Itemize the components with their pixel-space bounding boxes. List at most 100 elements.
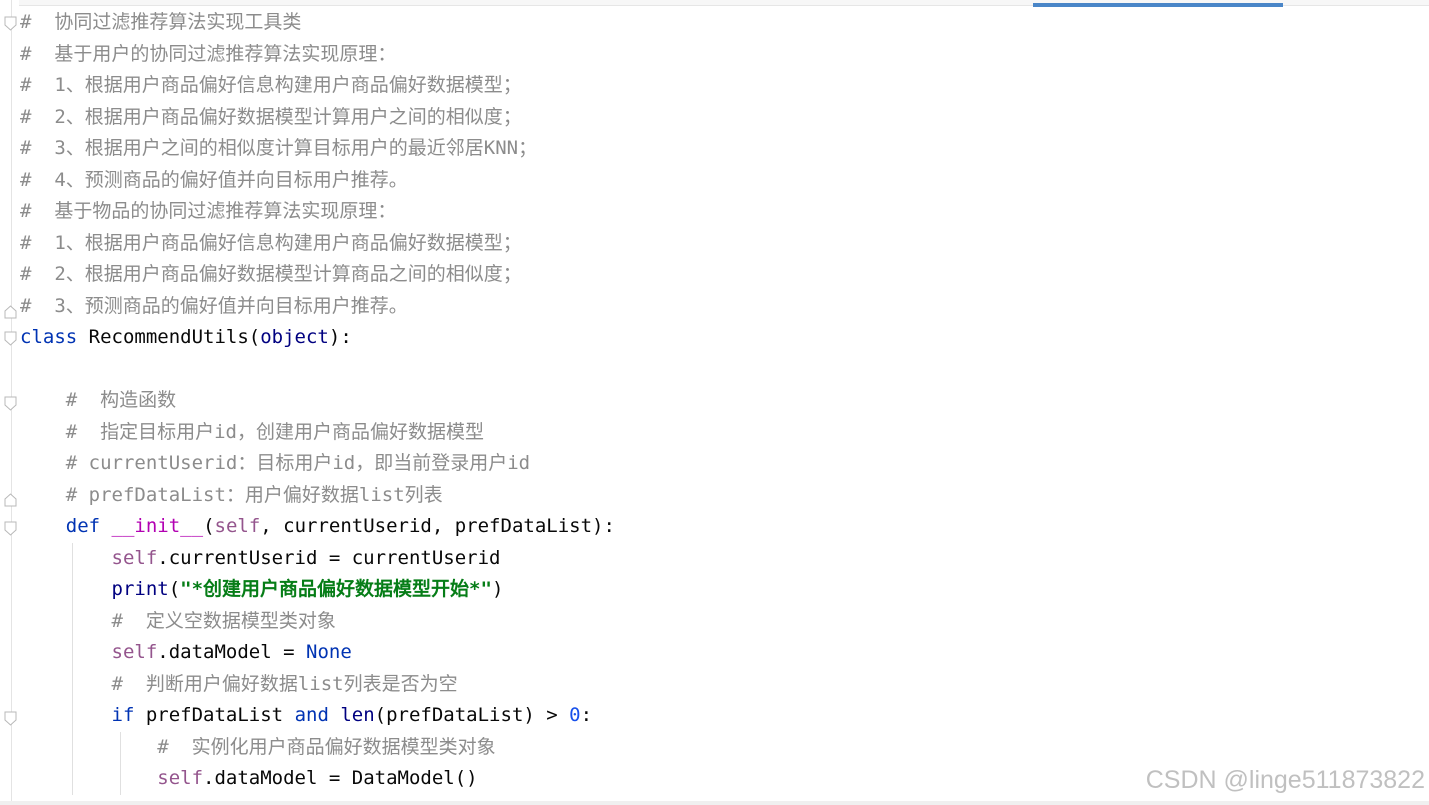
indent-guide	[72, 637, 73, 669]
code-token: self	[111, 546, 158, 569]
code-comment: # 协同过滤推荐算法实现工具类	[20, 11, 302, 33]
fold-end-icon[interactable]	[4, 305, 17, 319]
code-comment: # 指定目标用户id，创建用户商品偏好数据模型	[65, 420, 484, 443]
indent-guide	[72, 731, 73, 763]
code-line[interactable]: # 指定目标用户id，创建用户商品偏好数据模型	[20, 417, 1420, 449]
code-line[interactable]: # prefDataList：用户偏好数据list列表	[20, 480, 1420, 512]
fold-icon[interactable]	[4, 711, 17, 726]
code-line[interactable]: # 实例化用户商品偏好数据模型类对象	[20, 731, 1420, 763]
fold-icon[interactable]	[4, 16, 17, 31]
editor-bottom-edge	[0, 801, 1429, 805]
code-line[interactable]: if prefDataList and len(prefDataList) > …	[20, 700, 1420, 732]
code-token: self	[157, 767, 204, 789]
code-token: , currentUserid, prefDataList):	[260, 515, 615, 537]
code-line[interactable]	[20, 354, 1420, 386]
code-keyword: None	[306, 641, 352, 663]
code-comment: # 1、根据用户商品偏好信息构建用户商品偏好数据模型；	[20, 231, 522, 254]
fold-icon[interactable]	[4, 521, 17, 536]
watermark: CSDN @linge511873822	[1145, 766, 1425, 794]
code-token: 0	[569, 704, 581, 726]
code-token: (	[168, 578, 181, 600]
code-editor[interactable]: # 协同过滤推荐算法实现工具类 # 基于用户的协同过滤推荐算法实现原理： # 1、根…	[20, 7, 1420, 795]
code-comment: # 基于用户的协同过滤推荐算法实现原理：	[20, 42, 397, 65]
code-comment: # prefDataList：用户偏好数据list列表	[65, 483, 443, 506]
code-line[interactable]: # 1、根据用户商品偏好信息构建用户商品偏好数据模型；	[20, 228, 1420, 260]
code-line[interactable]: # 3、预测商品的偏好值并向目标用户推荐。	[20, 291, 1420, 323]
fold-end-icon[interactable]	[4, 493, 17, 507]
code-token: self	[111, 641, 158, 663]
code-line[interactable]: # 2、根据用户商品偏好数据模型计算用户之间的相似度；	[20, 102, 1420, 134]
code-line[interactable]: # 基于用户的协同过滤推荐算法实现原理：	[20, 39, 1420, 71]
code-line[interactable]: def __init__(self, currentUserid, prefDa…	[20, 511, 1420, 543]
code-keyword: def	[65, 515, 101, 537]
code-token: len	[340, 704, 375, 726]
code-token: )	[491, 578, 504, 600]
code-comment: # 判断用户偏好数据list列表是否为空	[111, 672, 458, 695]
indent-guide	[72, 763, 73, 795]
code-line[interactable]: # 基于物品的协同过滤推荐算法实现原理：	[20, 196, 1420, 228]
code-token: :	[580, 704, 593, 726]
indent-guide	[120, 763, 121, 795]
indent-guide	[72, 605, 73, 637]
code-line[interactable]: # 构造函数	[20, 385, 1420, 417]
code-comment: # 定义空数据模型类对象	[111, 609, 336, 632]
code-comment: # 2、根据用户商品偏好数据模型计算用户之间的相似度；	[20, 105, 522, 128]
code-keyword: class	[20, 326, 78, 348]
indent-guide	[72, 700, 73, 732]
fold-icon[interactable]	[4, 331, 17, 346]
code-comment: # 4、预测商品的偏好值并向目标用户推荐。	[20, 168, 408, 191]
code-line[interactable]: # 协同过滤推荐算法实现工具类	[20, 7, 1420, 39]
code-comment: # 3、根据用户之间的相似度计算目标用户的最近邻居KNN；	[20, 137, 538, 159]
code-comment: # 3、预测商品的偏好值并向目标用户推荐。	[20, 294, 408, 317]
indent-guide	[72, 542, 73, 574]
code-line[interactable]: class RecommendUtils(object):	[20, 322, 1420, 354]
code-comment: # 实例化用户商品偏好数据模型类对象	[157, 735, 496, 758]
code-line[interactable]: # 判断用户偏好数据list列表是否为空	[20, 668, 1420, 700]
code-token: ):	[328, 326, 352, 348]
code-token: prefDataList	[134, 704, 295, 726]
code-line[interactable]: self.currentUserid = currentUserid	[20, 542, 1420, 574]
code-token: (prefDataList) >	[374, 704, 570, 726]
code-token: __init__	[111, 515, 204, 537]
code-token: object	[260, 326, 329, 348]
code-token: .dataModel = DataModel()	[203, 767, 478, 789]
code-token: print	[111, 578, 169, 600]
code-line[interactable]: self.dataModel = None	[20, 637, 1420, 669]
code-line[interactable]: # 定义空数据模型类对象	[20, 605, 1420, 637]
code-token: "*创建用户商品偏好数据模型开始*"	[180, 578, 492, 600]
code-comment: # 基于物品的协同过滤推荐算法实现原理：	[20, 200, 397, 222]
code-line[interactable]: # 1、根据用户商品偏好信息构建用户商品偏好数据模型；	[20, 70, 1420, 102]
code-comment: # currentUserid：目标用户id，即当前登录用户id	[65, 452, 531, 474]
code-line[interactable]: print("*创建用户商品偏好数据模型开始*")	[20, 574, 1420, 606]
code-line[interactable]: # 2、根据用户商品偏好数据模型计算商品之间的相似度；	[20, 259, 1420, 291]
code-token: .currentUserid = currentUserid	[157, 546, 501, 569]
indent-guide	[72, 574, 73, 606]
indent-guide	[72, 668, 73, 700]
code-line[interactable]: # currentUserid：目标用户id，即当前登录用户id	[20, 448, 1420, 480]
code-token: RecommendUtils(	[77, 326, 261, 348]
code-comment: # 1、根据用户商品偏好信息构建用户商品偏好数据模型；	[20, 74, 522, 96]
code-token: self	[214, 515, 261, 537]
code-token: (	[203, 515, 215, 537]
fold-icon[interactable]	[4, 396, 17, 411]
code-keyword: if	[111, 704, 135, 726]
code-comment: # 2、根据用户商品偏好数据模型计算商品之间的相似度；	[20, 263, 522, 285]
fold-icons-layer	[4, 16, 17, 726]
indent-guide	[120, 731, 121, 763]
code-line[interactable]: # 3、根据用户之间的相似度计算目标用户的最近邻居KNN；	[20, 133, 1420, 165]
code-line[interactable]: # 4、预测商品的偏好值并向目标用户推荐。	[20, 165, 1420, 197]
